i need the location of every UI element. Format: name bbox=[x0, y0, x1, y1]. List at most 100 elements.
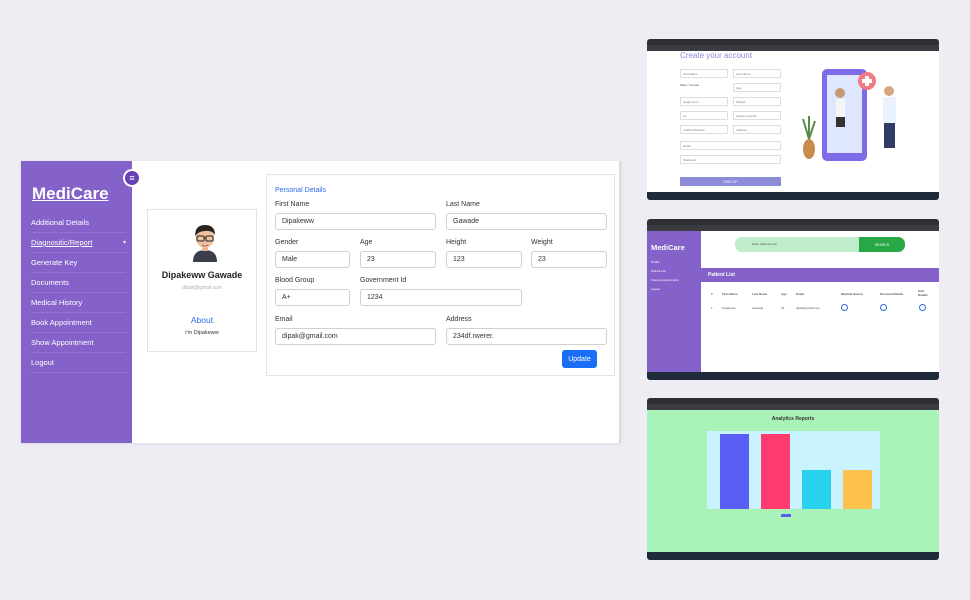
thumb-nav-item[interactable]: Future Appointments bbox=[651, 278, 679, 282]
email-field[interactable]: dipak@gmail.com bbox=[275, 328, 436, 345]
age-field[interactable]: 23 bbox=[360, 251, 436, 268]
update-button[interactable]: Update bbox=[562, 350, 597, 368]
table-cell: Dipakeww bbox=[722, 306, 736, 310]
sidebar-item-medical-history[interactable]: Medical History bbox=[31, 293, 126, 313]
signup-field[interactable]: Weight bbox=[733, 97, 781, 106]
signup-field[interactable]: Height (cm) bbox=[680, 97, 728, 106]
taskbar bbox=[647, 192, 939, 200]
sidebar-item-label: Logout bbox=[31, 358, 54, 367]
government-id-field[interactable]: 1234 bbox=[360, 289, 522, 306]
column-header: # bbox=[711, 292, 713, 296]
signup-button[interactable]: SIGN UP bbox=[680, 177, 781, 186]
signup-field[interactable]: Age bbox=[733, 83, 781, 92]
scrollbar[interactable] bbox=[619, 161, 621, 443]
profile-card: Dipakeww Gawade dipak@gmail.com About i'… bbox=[147, 209, 257, 352]
address-label: Address bbox=[446, 316, 472, 323]
bar-2 bbox=[761, 434, 790, 509]
table-cell: Gawade bbox=[752, 306, 764, 310]
avatar bbox=[193, 225, 217, 262]
profile-name: Dipakeww Gawade bbox=[161, 270, 243, 280]
sidebar-item-show-appointment[interactable]: Show Appointment bbox=[31, 333, 126, 353]
signup-title: Create your account bbox=[680, 51, 753, 60]
app-window: MediCare Additional Details Diagnositic/… bbox=[21, 161, 621, 443]
sidebar-item-logout[interactable]: Logout bbox=[31, 353, 126, 373]
sidebar-nav: Additional Details Diagnositic/Report ▾ G… bbox=[21, 213, 132, 373]
signup-field[interactable]: Password bbox=[680, 155, 781, 164]
column-header: Add Details bbox=[918, 289, 928, 297]
height-field[interactable]: 123 bbox=[446, 251, 522, 268]
personal-details-form: Personal Details First Name Dipakeww Las… bbox=[266, 174, 615, 376]
height-label: Height bbox=[446, 239, 467, 246]
first-name-field[interactable]: Dipakeww bbox=[275, 213, 436, 230]
thumb-search-button[interactable]: SEARCH bbox=[859, 237, 905, 252]
sidebar-item-label: Diagnositic/Report bbox=[31, 238, 93, 247]
column-header: Last Name bbox=[752, 292, 768, 296]
section-title: Personal Details bbox=[275, 187, 326, 194]
chevron-down-icon: ▾ bbox=[122, 240, 126, 246]
last-name-field[interactable]: Gawade bbox=[446, 213, 607, 230]
thumb-nav-item[interactable]: Profile bbox=[651, 260, 660, 264]
thumb-nav-item[interactable]: Logout bbox=[651, 287, 660, 291]
column-header: Age bbox=[781, 292, 787, 296]
column-header: Personal Details bbox=[880, 292, 904, 296]
blood-group-field[interactable]: A+ bbox=[275, 289, 350, 306]
sidebar-item-label: Medical History bbox=[31, 298, 83, 307]
doctor-illustration bbox=[802, 69, 896, 161]
thumb-search-box: Enter Patient's key SEARCH bbox=[735, 237, 905, 252]
legend-swatch bbox=[781, 514, 791, 517]
signup-field[interactable]: Andhra Pradesh bbox=[680, 125, 728, 134]
blood-group-label: Blood Group bbox=[275, 277, 315, 284]
signup-field[interactable]: Email bbox=[680, 141, 781, 150]
view-icon[interactable] bbox=[880, 304, 887, 311]
address-field[interactable]: 234df.rwerer. bbox=[446, 328, 607, 345]
thumb-search-input[interactable]: Enter Patient's key bbox=[752, 242, 777, 246]
radio-label: Female bbox=[689, 83, 700, 87]
signup-field[interactable]: Address bbox=[733, 125, 781, 134]
sidebar-item-diagnostic-report[interactable]: Diagnositic/Report ▾ bbox=[31, 233, 126, 253]
sidebar-item-label: Show Appointment bbox=[31, 338, 94, 347]
bar-1 bbox=[720, 434, 749, 509]
signup-field[interactable]: A+ bbox=[680, 111, 728, 120]
sidebar-item-label: Book Appointment bbox=[31, 318, 92, 327]
thumb-nav-item[interactable]: Patient List bbox=[651, 269, 666, 273]
table-cell: 23 bbox=[781, 306, 785, 310]
signup-field[interactable]: Last Name bbox=[733, 69, 781, 78]
gender-radio[interactable]: Male / Female bbox=[680, 83, 699, 87]
sidebar-item-additional-details[interactable]: Additional Details bbox=[31, 213, 126, 233]
thumb-brand: MediCare bbox=[651, 243, 685, 252]
thumbnail-patient-list: MediCare Profile Patient List Future App… bbox=[647, 219, 939, 380]
brand-logo[interactable]: MediCare bbox=[32, 184, 109, 204]
profile-bio: i'm Dipakeww bbox=[185, 330, 219, 336]
age-label: Age bbox=[360, 239, 373, 246]
first-name-label: First Name bbox=[275, 201, 310, 208]
sidebar-item-documents[interactable]: Documents bbox=[31, 273, 126, 293]
taskbar bbox=[647, 372, 939, 380]
add-icon[interactable] bbox=[919, 304, 926, 311]
hamburger-icon: ≡ bbox=[129, 173, 135, 183]
view-icon[interactable] bbox=[841, 304, 848, 311]
sidebar: MediCare Additional Details Diagnositic/… bbox=[21, 161, 132, 443]
analytics-title: Analytics Reports bbox=[771, 416, 815, 422]
bar-4 bbox=[843, 470, 872, 509]
sidebar-item-label: Documents bbox=[31, 278, 69, 287]
signup-field[interactable]: First Name bbox=[680, 69, 728, 78]
table-cell: dipak@gmail.com bbox=[796, 306, 820, 310]
patient-list-header: Patient List bbox=[701, 268, 939, 282]
column-header: Medical History bbox=[841, 292, 864, 296]
email-label: Email bbox=[275, 316, 293, 323]
thumb-sidebar: MediCare Profile Patient List Future App… bbox=[647, 231, 701, 372]
weight-field[interactable]: 23 bbox=[531, 251, 607, 268]
radio-label: Male bbox=[680, 83, 687, 87]
sidebar-item-generate-key[interactable]: Generate Key bbox=[31, 253, 126, 273]
column-header: First Name bbox=[722, 292, 738, 296]
menu-toggle-button[interactable]: ≡ bbox=[123, 169, 141, 187]
sidebar-item-label: Generate Key bbox=[31, 258, 78, 267]
sidebar-item-book-appointment[interactable]: Book Appointment bbox=[31, 313, 126, 333]
gender-field[interactable]: Male bbox=[275, 251, 350, 268]
bar-3 bbox=[802, 470, 831, 509]
signup-field[interactable]: Government ID bbox=[733, 111, 781, 120]
about-heading: About bbox=[190, 315, 214, 325]
thumbnail-signup: Create your account First Name Last Name… bbox=[647, 39, 939, 200]
profile-email: dipak@gmail.com bbox=[182, 285, 222, 291]
government-id-label: Government Id bbox=[360, 277, 407, 284]
